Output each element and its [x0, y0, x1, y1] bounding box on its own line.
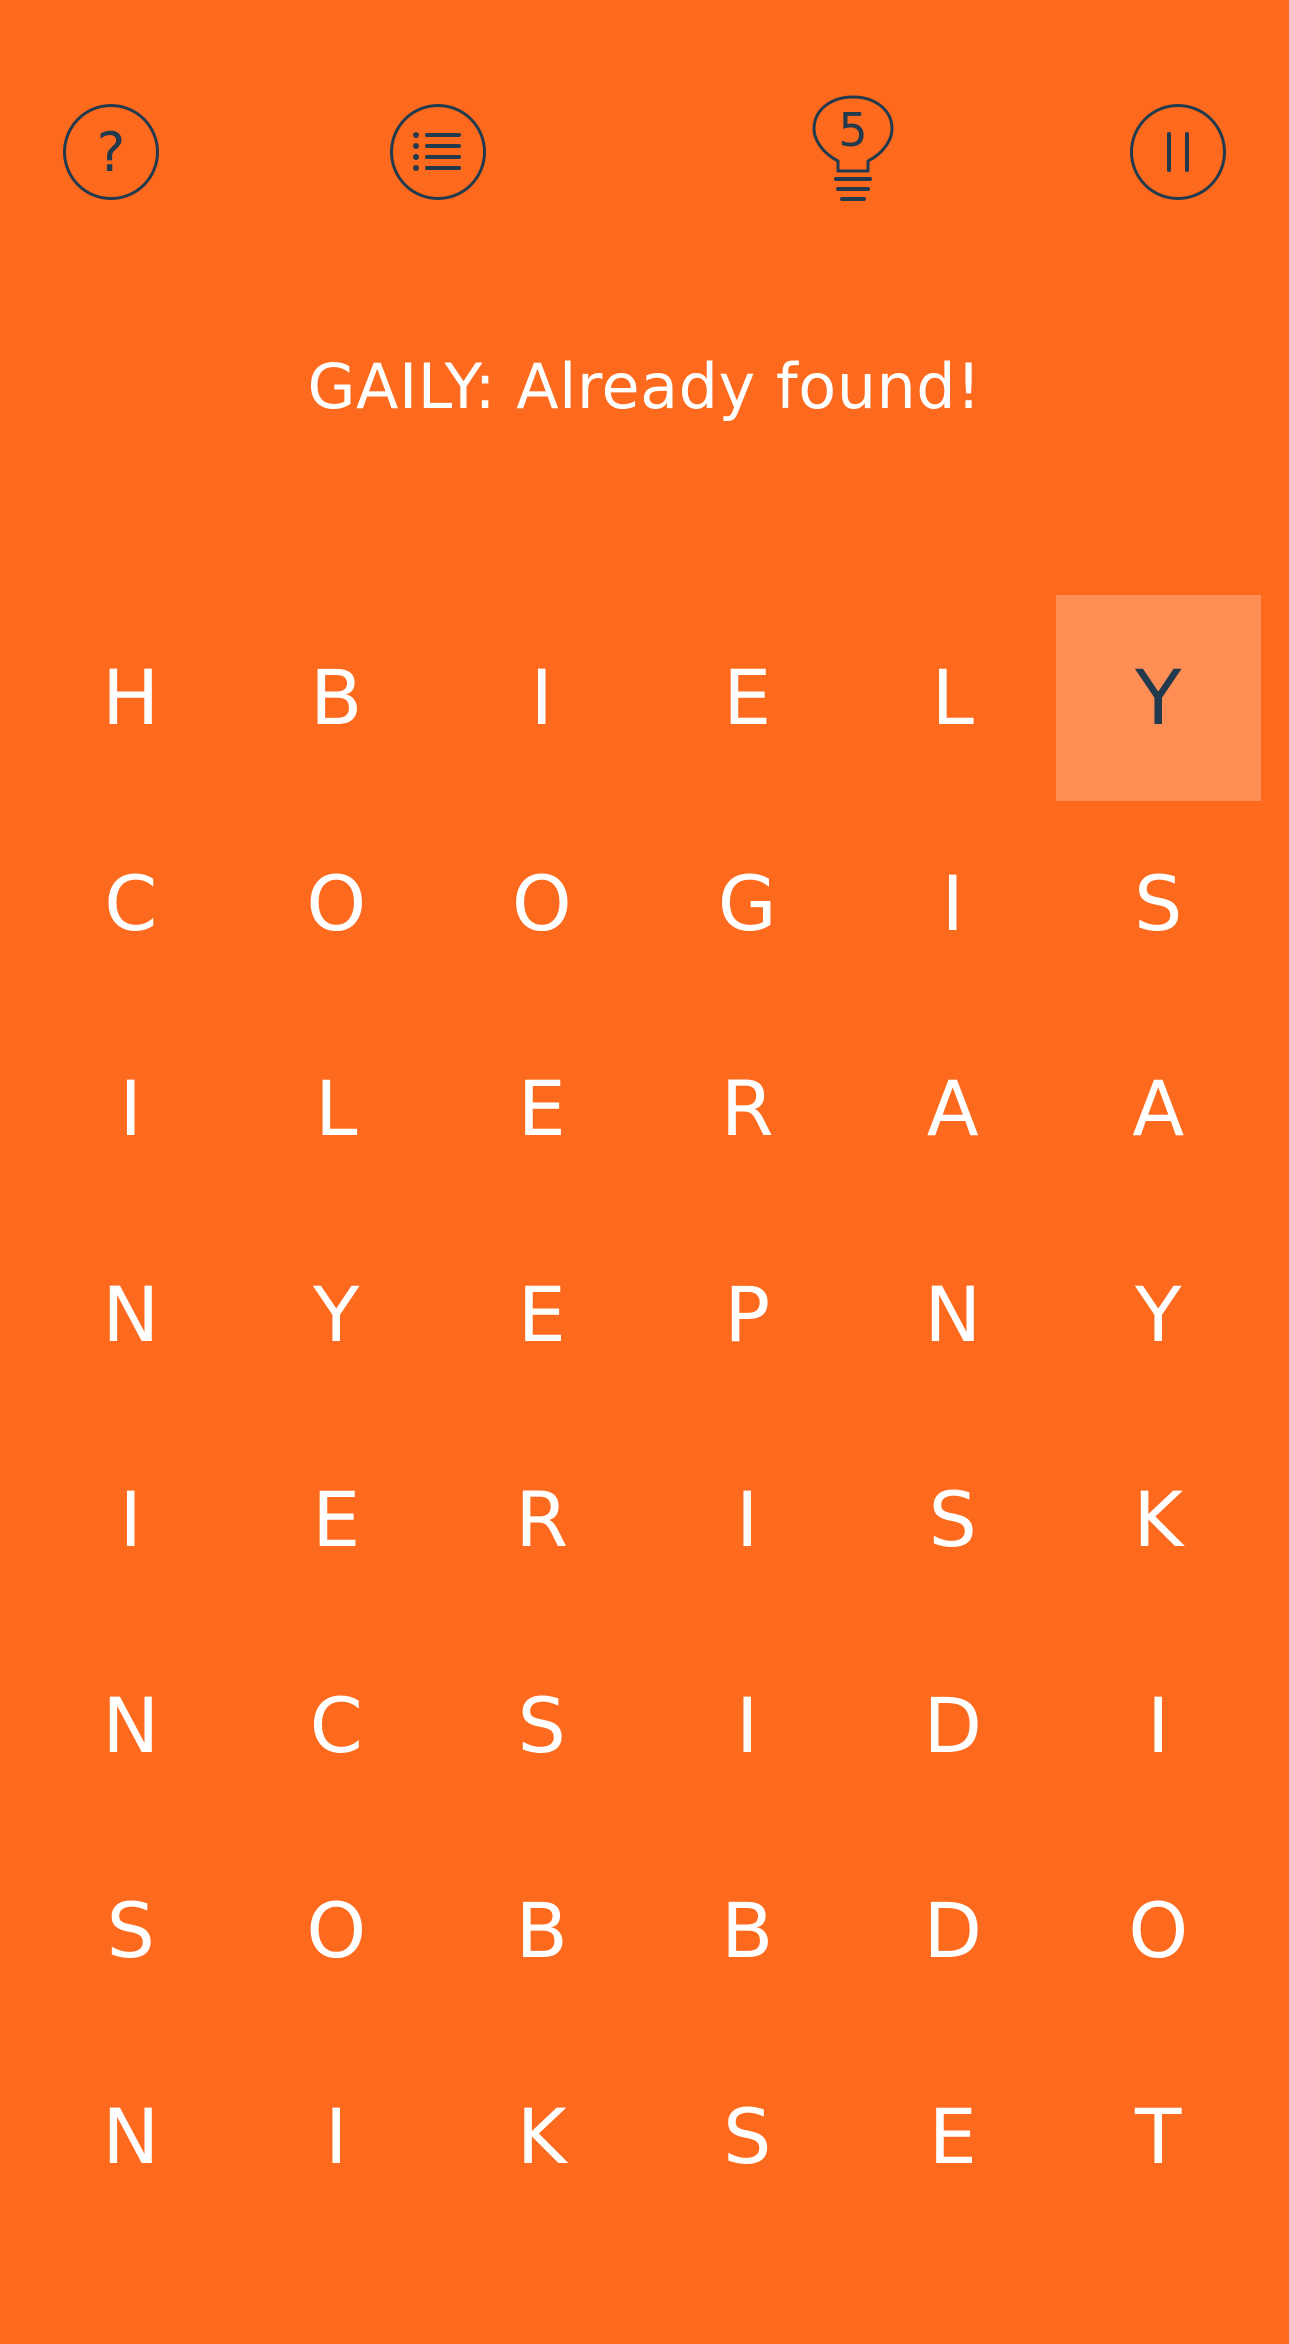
top-toolbar: ? 5	[0, 0, 1289, 300]
letter-cell[interactable]: I	[645, 1623, 851, 1829]
letter-cell[interactable]: Y	[1055, 595, 1261, 801]
letter-cell[interactable]: O	[234, 1828, 440, 2034]
letter-cell[interactable]: O	[439, 801, 645, 1007]
letter-cell[interactable]: D	[850, 1828, 1056, 2034]
letter-cell[interactable]: R	[439, 1417, 645, 1623]
pause-icon	[1167, 132, 1189, 172]
letter-cell[interactable]: B	[234, 595, 440, 801]
letter-cell[interactable]: C	[28, 801, 234, 1007]
letter-cell[interactable]: E	[439, 1212, 645, 1418]
hint-count: 5	[838, 103, 868, 157]
letter-cell[interactable]: Y	[1056, 1212, 1262, 1418]
question-mark-icon: ?	[96, 121, 126, 184]
letter-cell[interactable]: T	[1056, 2034, 1262, 2240]
letter-cell[interactable]: S	[1056, 801, 1262, 1007]
letter-cell[interactable]: N	[850, 1212, 1056, 1418]
letter-cell[interactable]: N	[28, 1623, 234, 1829]
letter-cell[interactable]: I	[28, 1417, 234, 1623]
list-icon	[413, 132, 461, 171]
status-message: GAILY: Already found!	[307, 350, 982, 423]
letter-cell[interactable]: G	[645, 801, 851, 1007]
letter-cell[interactable]: L	[850, 595, 1056, 801]
letter-cell[interactable]: P	[645, 1212, 851, 1418]
letter-cell[interactable]: E	[439, 1006, 645, 1212]
letter-cell[interactable]: N	[28, 1212, 234, 1418]
pause-button[interactable]	[1130, 104, 1226, 200]
letter-cell[interactable]: O	[1056, 1828, 1262, 2034]
hint-button[interactable]: 5	[808, 93, 898, 213]
letter-cell[interactable]: H	[28, 595, 234, 801]
letter-cell[interactable]: S	[28, 1828, 234, 2034]
letter-cell[interactable]: A	[1056, 1006, 1262, 1212]
letter-cell[interactable]: S	[645, 2034, 851, 2240]
letter-cell[interactable]: C	[234, 1623, 440, 1829]
letter-cell[interactable]: I	[645, 1417, 851, 1623]
letter-cell[interactable]: L	[234, 1006, 440, 1212]
letter-cell[interactable]: Y	[234, 1212, 440, 1418]
letter-cell[interactable]: N	[28, 2034, 234, 2240]
letter-cell[interactable]: I	[1056, 1623, 1262, 1829]
letter-cell[interactable]: E	[850, 2034, 1056, 2240]
letter-cell[interactable]: E	[645, 595, 851, 801]
help-button[interactable]: ?	[63, 104, 159, 200]
letter-cell[interactable]: I	[850, 801, 1056, 1007]
letter-cell[interactable]: A	[850, 1006, 1056, 1212]
letter-cell[interactable]: O	[234, 801, 440, 1007]
letter-cell[interactable]: K	[439, 2034, 645, 2240]
letter-cell[interactable]: I	[234, 2034, 440, 2240]
letter-cell[interactable]: K	[1056, 1417, 1262, 1623]
letter-cell[interactable]: D	[850, 1623, 1056, 1829]
word-list-button[interactable]	[390, 104, 486, 200]
letter-cell[interactable]: S	[439, 1623, 645, 1829]
letter-cell[interactable]: B	[645, 1828, 851, 2034]
letter-cell[interactable]: B	[439, 1828, 645, 2034]
letter-cell[interactable]: R	[645, 1006, 851, 1212]
letter-cell[interactable]: I	[28, 1006, 234, 1212]
letter-cell[interactable]: S	[850, 1417, 1056, 1623]
letter-grid[interactable]: HBIELYCOOGISILERAANYEPNYIERISKNCSIDISOBB…	[28, 595, 1261, 2239]
letter-cell[interactable]: I	[439, 595, 645, 801]
letter-cell[interactable]: E	[234, 1417, 440, 1623]
